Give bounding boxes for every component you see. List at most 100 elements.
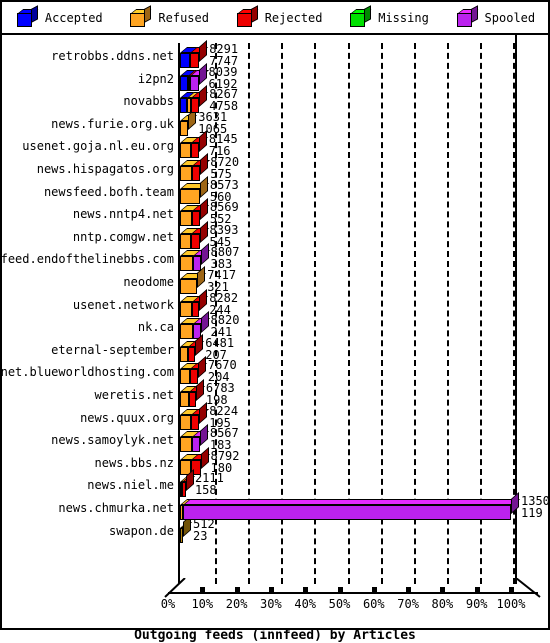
stacked-bar <box>180 356 208 385</box>
axis-tick <box>200 587 206 592</box>
cube-icon <box>16 4 39 27</box>
stacked-bar <box>180 243 210 272</box>
row-articles-value: 23 <box>193 528 208 543</box>
row-category-label: news.nntp4.net <box>72 207 174 222</box>
stacked-bar <box>180 401 209 430</box>
legend-label: Missing <box>378 10 429 25</box>
row-value-labels: 8224 195 <box>209 405 238 429</box>
bar-segment-refused <box>180 295 202 317</box>
row-category-label: usenet.goja.nl.eu.org <box>22 139 174 154</box>
row-category-label: weretis.net <box>94 388 174 402</box>
stacked-bar <box>180 62 209 91</box>
stacked-bar <box>180 288 209 317</box>
row-value-labels: 8393 545 <box>210 224 239 248</box>
axis-tick <box>440 587 446 592</box>
legend-label: Refused <box>158 10 209 25</box>
chart-plot-area: retrobbs.ddns.net 8291 7747 i2pn2 8039 6192 no… <box>0 35 550 643</box>
row-offered-value: 8282 <box>209 290 239 305</box>
chart-row: eternal-september 6481 207 <box>2 333 548 364</box>
row-category-label: news.niel.me <box>87 478 174 493</box>
chart-row: news.niel.me 2111 158 <box>2 469 548 499</box>
chart-row: i2pn2 8039 6192 <box>2 62 548 93</box>
row-category-label: news.hispagatos.org <box>36 162 174 176</box>
chart-row: novabbs 8267 4758 <box>2 85 548 115</box>
stacked-bar <box>180 107 198 136</box>
axis-tick <box>474 587 480 592</box>
row-offered-value: 6481 <box>205 335 235 350</box>
row-value-labels: 8567 183 <box>210 427 239 451</box>
axis-tick <box>337 587 343 592</box>
legend-label: Spooled <box>484 10 536 25</box>
row-category-label: news.bbs.nz <box>94 455 174 470</box>
row-category-label: novabbs <box>123 94 174 109</box>
bar-segment-refused <box>180 514 193 543</box>
bar-segment-refused <box>180 318 203 340</box>
bar-segment-spooled <box>192 243 210 272</box>
chart-row: neodome 7417 321 <box>2 266 548 296</box>
row-value-labels: 8569 552 <box>210 201 239 225</box>
stacked-bar <box>180 153 210 181</box>
row-category-label: nk.ca <box>137 320 174 335</box>
legend-item-accepted: Accepted <box>15 4 103 27</box>
row-value-labels: 7417 321 <box>207 269 236 293</box>
row-offered-value: 3631 <box>198 109 228 124</box>
bar-segment-rejected <box>188 379 206 407</box>
row-articles-value: 158 <box>194 483 217 498</box>
stacked-bar <box>180 379 206 407</box>
bar-segment-rejected <box>190 130 209 159</box>
row-value-labels: 8792 180 <box>211 450 240 474</box>
chart-legend: Accepted Refused Rejected Missing Spooled <box>2 2 548 35</box>
chart-row: news.chmurka.net 135044119 <box>2 492 550 522</box>
row-category-label: news.chmurka.net <box>58 501 174 515</box>
chart-row: usenet.goja.nl.eu.org 8145 716 <box>2 130 548 160</box>
bar-segment-refused <box>180 250 203 272</box>
stacked-bar <box>180 130 209 159</box>
cube-icon <box>350 4 372 27</box>
bar-segment-refused <box>180 107 198 136</box>
chart-title: Outgoing feeds (innfeed) by Articles <box>134 628 416 643</box>
row-value-labels: 8039 6192 <box>209 66 238 90</box>
axis-tick-label: 100% <box>496 597 526 611</box>
row-category-label: usenet.blueworldhosting.com <box>0 365 174 380</box>
chart-row: news.quux.org 8224 195 <box>2 401 548 432</box>
row-value-labels: 512 23 <box>193 518 215 542</box>
bar-segment-refused <box>180 266 207 294</box>
bar-segment-refused <box>180 205 202 227</box>
bar-segment-refused <box>180 227 200 249</box>
row-category-label: swapon.de <box>108 523 174 538</box>
axis-tick <box>406 587 412 592</box>
stacked-bar <box>180 333 205 362</box>
legend-item-rejected: Rejected <box>235 4 323 27</box>
row-offered-value: 8393 <box>209 222 239 237</box>
row-category-label: eternal-september <box>51 342 174 357</box>
row-offered-value: 8792 <box>210 448 240 463</box>
row-value-labels: 8807 383 <box>211 246 240 270</box>
chart-row: swapon.de 512 23 <box>2 514 548 545</box>
bar-segment-spooled <box>182 492 521 520</box>
row-value-labels: 3631 1065 <box>198 111 227 135</box>
row-value-labels: 135044119 <box>521 495 550 519</box>
bar-segment-rejected <box>191 85 209 114</box>
chart-row: nk.ca 8820 241 <box>2 311 548 341</box>
row-category-label: news.furie.org.uk <box>51 116 174 131</box>
legend-item-missing: Missing <box>348 4 429 27</box>
chart-row: weretis.net 6783 198 <box>2 379 548 409</box>
stacked-bar <box>180 40 209 68</box>
axis-tick <box>371 587 377 592</box>
chart-row: retrobbs.ddns.net 8291 7747 <box>2 40 548 70</box>
chart-row: news.furie.org.uk 3631 1065 <box>2 107 548 138</box>
row-articles-value: 119 <box>521 506 543 520</box>
row-value-labels: 2111 158 <box>195 472 224 496</box>
legend-label: Accepted <box>44 10 103 25</box>
axis-depth-connector-right <box>515 578 541 598</box>
bar-segment-refused <box>180 431 202 453</box>
stacked-bar <box>180 424 209 453</box>
bar-segment-accepted <box>180 69 197 91</box>
stacked-bar <box>180 492 521 520</box>
row-category-label: news.samoylyk.net <box>51 433 174 448</box>
chart-row: nntp.comgw.net 8393 545 <box>2 220 548 251</box>
row-category-label: news.quux.org <box>80 410 174 425</box>
chart-row: news.bbs.nz 8792 180 <box>2 446 548 477</box>
stacked-bar <box>180 514 193 543</box>
bar-segment-accepted <box>180 47 200 68</box>
